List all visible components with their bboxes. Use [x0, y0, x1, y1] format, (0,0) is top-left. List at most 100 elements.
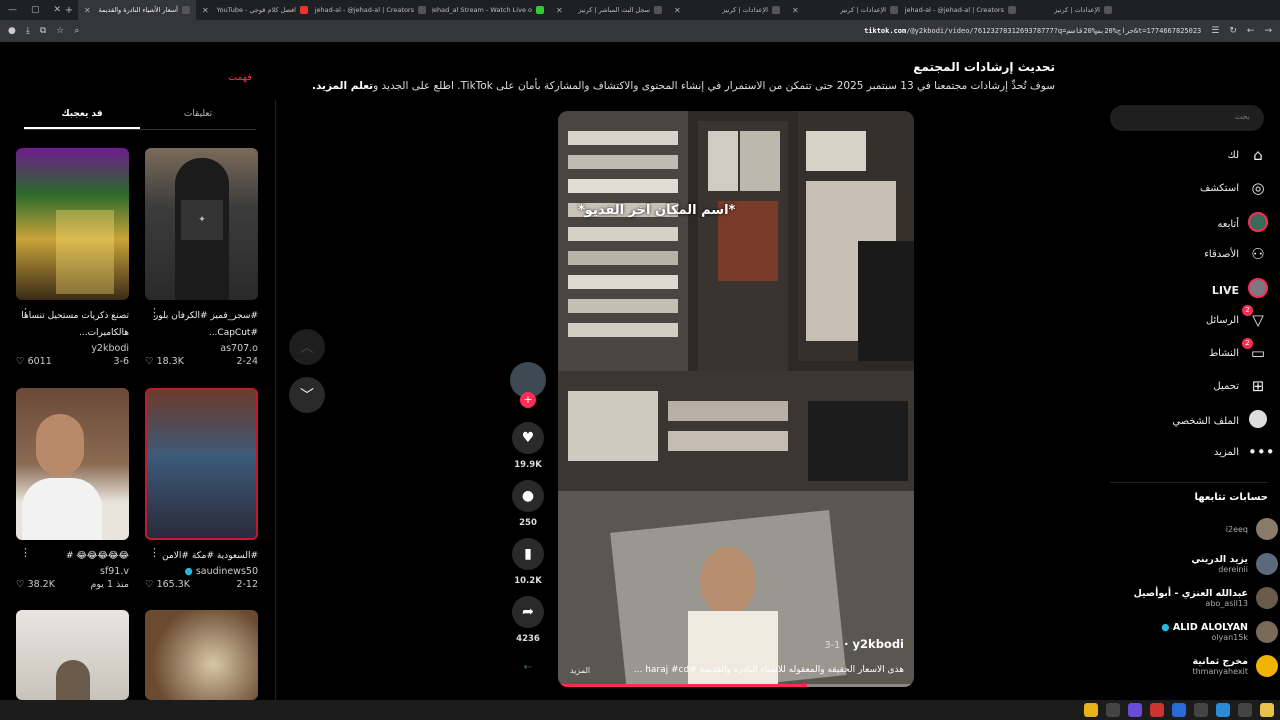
more-options-icon[interactable]: ⋮	[149, 546, 160, 559]
save-action[interactable]: ▮ 10.2K	[512, 538, 544, 586]
heart-icon[interactable]: ♥	[512, 422, 544, 454]
youtube-icon	[300, 6, 308, 14]
nav-live[interactable]: LIVE	[1118, 278, 1268, 302]
nav-for-you[interactable]: لك ⌂	[1118, 146, 1268, 164]
nav-following[interactable]: أتابعه	[1118, 212, 1268, 236]
comment-action[interactable]: ● 250	[512, 480, 544, 528]
app-icon[interactable]	[1128, 703, 1142, 717]
search-input[interactable]: بحث	[1110, 105, 1264, 131]
new-tab-button[interactable]: +	[60, 5, 78, 16]
nav-upload[interactable]: تحميل ⊞	[1118, 377, 1268, 395]
close-tab-icon[interactable]: ✕	[202, 6, 209, 15]
video-card[interactable]: ✦ ⋮ #سجر_قميز #الكرفان بلور #CapCut... a…	[145, 148, 258, 367]
video-thumbnail[interactable]	[16, 148, 129, 300]
tab-title: Jehad_al Stream - Watch Live o	[432, 6, 532, 14]
video-player[interactable]: *اسم المكان اخر الفديو* 3-1 · y2kbodi هذ…	[558, 111, 914, 687]
nav-label: أتابعه	[1217, 218, 1239, 230]
browser-tab[interactable]: ✕ الإعدادات | كرنيز	[668, 0, 786, 20]
video-card[interactable]	[145, 610, 258, 700]
video-thumbnail[interactable]	[145, 388, 258, 540]
profile-icon[interactable]: ●	[8, 26, 16, 36]
share-action[interactable]: ➦ 4236	[512, 596, 544, 644]
chevron-up-icon: ︿	[300, 340, 314, 356]
nav-friends[interactable]: الأصدقاء ⚇	[1118, 245, 1268, 263]
app-icon[interactable]	[1150, 703, 1164, 717]
video-thumbnail[interactable]	[16, 388, 129, 540]
video-card[interactable]	[16, 610, 129, 700]
app-icon[interactable]	[1194, 703, 1208, 717]
browser-tab[interactable]: ✕ YouTube - افضل كلام قوجي	[196, 0, 314, 20]
following-account[interactable]: ● ALID ALOLYAN olyan15k	[1118, 621, 1278, 643]
star-icon[interactable]: ☆	[56, 26, 64, 36]
video-author[interactable]: 3-1 · y2kbodi	[825, 637, 904, 651]
browser-tab[interactable]: الإعدادات | كرنيز	[1022, 0, 1118, 20]
arrow-left-icon[interactable]: ⇠	[512, 662, 544, 673]
forward-icon[interactable]: →	[1264, 26, 1272, 36]
video-card[interactable]: ⋮ تصنع ذكريات مستحيل تنساها هالكاميرات..…	[16, 148, 129, 367]
reload-icon[interactable]: ↻	[1229, 26, 1237, 36]
more-options-icon[interactable]: ⋮	[149, 306, 160, 319]
more-options-icon[interactable]: ⋮	[20, 306, 31, 319]
app-icon[interactable]	[1216, 703, 1230, 717]
browser-tab[interactable]: ✕ سجل البث المباشر | كرنيز	[550, 0, 668, 20]
card-username[interactable]: sf91.v	[16, 566, 129, 577]
video-thumbnail[interactable]: ✦	[145, 148, 258, 300]
video-card[interactable]: ⋮ 😂😂😂😂😂 # sf91.v ♡ 38.2K منذ 1 يوم	[16, 388, 129, 590]
video-progress-bar[interactable]	[558, 684, 914, 687]
following-account[interactable]: مخرج ثمانية thmanyahexit	[1118, 655, 1278, 677]
close-tab-icon[interactable]: ✕	[792, 6, 799, 15]
following-account[interactable]: يزيد الدريني dereinii	[1118, 553, 1278, 575]
got-it-button[interactable]: فهمت	[228, 72, 252, 83]
browser-tab[interactable]: ✕ الإعدادات | كرنيز	[786, 0, 904, 20]
tune-icon[interactable]: ☰	[1211, 26, 1219, 36]
previous-video-button[interactable]: ︿	[289, 329, 325, 365]
browser-tab[interactable]: ✕jehad-al - @jehad-al | Creators	[314, 0, 432, 20]
minimize-icon[interactable]: —	[8, 5, 17, 15]
follow-plus-icon[interactable]: +	[520, 392, 536, 408]
nav-profile[interactable]: الملف الشخصي	[1118, 410, 1268, 432]
restore-icon[interactable]: ▢	[31, 5, 40, 15]
window-controls: — ▢ ✕	[0, 5, 61, 15]
nav-explore[interactable]: استكشف ◎	[1118, 179, 1268, 197]
close-tab-icon[interactable]: ✕	[556, 6, 563, 15]
card-username[interactable]: ● saudinews50	[145, 566, 258, 577]
extensions-icon[interactable]: ⧉	[40, 26, 46, 36]
app-icon[interactable]	[1238, 703, 1252, 717]
zoom-icon[interactable]: ⌕	[74, 26, 79, 36]
avatar	[1256, 621, 1278, 643]
back-icon[interactable]: ←	[1247, 26, 1255, 36]
close-tab-icon[interactable]: ✕	[674, 6, 681, 15]
share-icon[interactable]: ➦	[512, 596, 544, 628]
side-panel: قد يعجبك تعليقات ✦ ⋮ #سجر_قميز #الكرفان …	[0, 100, 276, 700]
card-username[interactable]: y2kbodi	[16, 343, 129, 354]
folder-icon[interactable]	[1260, 703, 1274, 717]
browser-tab[interactable]: ✕Jehad_al Stream - Watch Live o	[432, 0, 550, 20]
browser-tab[interactable]: ✕jehad-al - @jehad-al | Creators	[904, 0, 1022, 20]
more-options-icon[interactable]: ⋮	[20, 546, 31, 559]
tab-comments[interactable]: تعليقات	[140, 100, 256, 129]
video-thumbnail[interactable]	[145, 610, 258, 700]
close-tab-icon[interactable]: ✕	[84, 6, 91, 15]
download-icon[interactable]: ⤓	[26, 26, 30, 36]
chrome-icon[interactable]	[1084, 703, 1098, 717]
following-account[interactable]: عبدالله العنزي - أبوأصيل abo_asil13	[1118, 587, 1278, 609]
browser-tab[interactable]: ✕ أسعار الأشياء النادرة والقديمة	[78, 0, 196, 20]
url-field[interactable]: tiktok.com/@y2kbodi/video/76123278312693…	[864, 27, 1201, 35]
like-action[interactable]: ♥ 19.9K	[512, 422, 544, 470]
nav-more[interactable]: المزيد •••	[1118, 443, 1275, 461]
comment-icon[interactable]: ●	[512, 480, 544, 512]
video-card[interactable]: ⋮ #السعودية #مكة #الامن ● saudinews50 ♡ …	[145, 388, 258, 590]
video-thumbnail[interactable]	[16, 610, 129, 700]
learn-more-link[interactable]: تعلم المزيد.	[312, 80, 373, 92]
nav-activity[interactable]: النشاط ▭ 2	[1118, 338, 1268, 362]
following-account[interactable]: i2eeq	[1118, 518, 1278, 540]
bookmark-icon[interactable]: ▮	[512, 538, 544, 570]
author-avatar[interactable]: +	[510, 362, 546, 408]
nav-messages[interactable]: الرسائل ▽ 2	[1118, 305, 1268, 329]
app-icon[interactable]	[1106, 703, 1120, 717]
card-username[interactable]: as707.o	[145, 343, 258, 354]
tab-you-may-like[interactable]: قد يعجبك	[24, 100, 140, 129]
see-more-button[interactable]: المزيد	[570, 666, 590, 675]
app-icon[interactable]	[1172, 703, 1186, 717]
next-video-button[interactable]: ﹀	[289, 377, 325, 413]
